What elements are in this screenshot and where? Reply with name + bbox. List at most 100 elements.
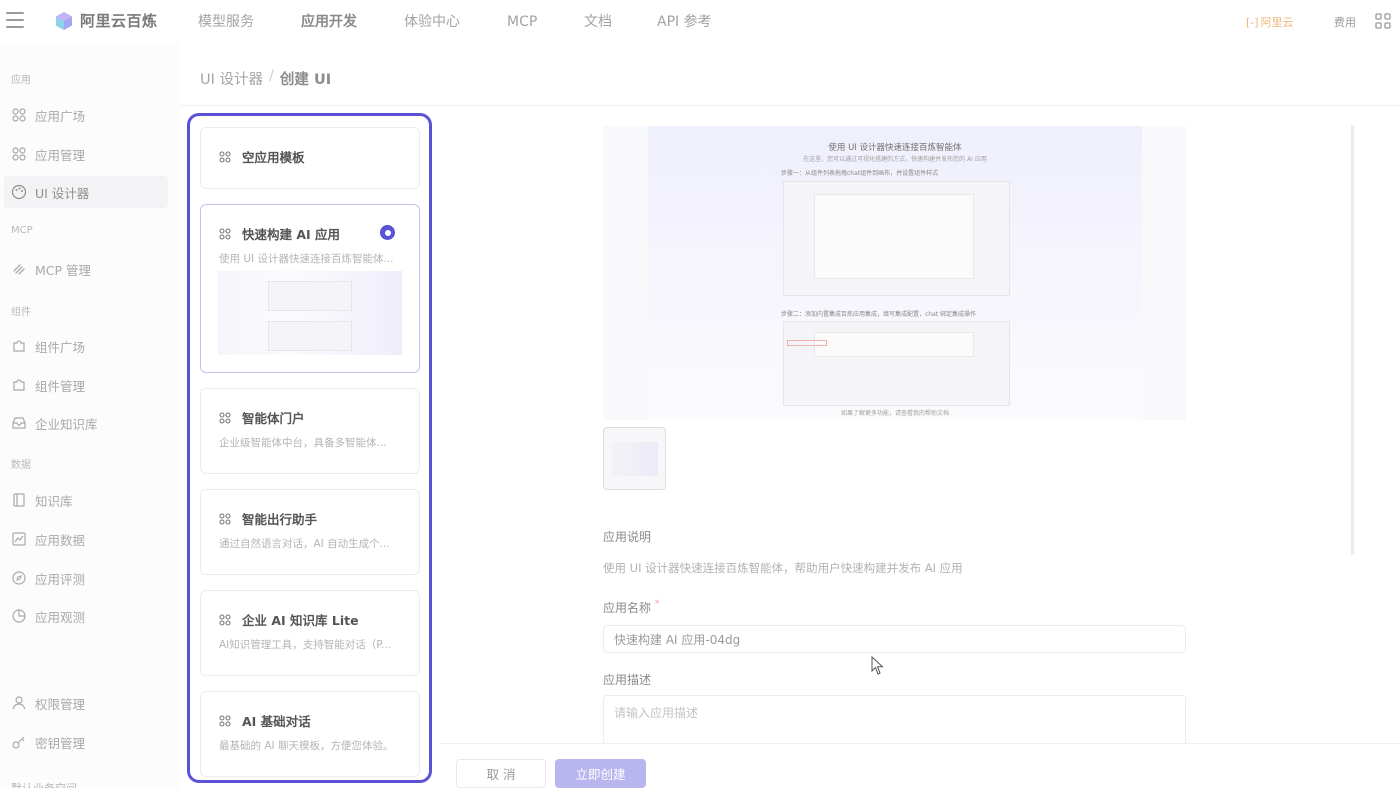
fee-link[interactable]: 费用 <box>1334 14 1356 30</box>
selected-radio[interactable] <box>380 225 395 240</box>
breadcrumb-current: 创建 UI <box>279 72 332 88</box>
sidebar-item-label: UI 设计器 <box>35 185 90 201</box>
bailian-logo-icon <box>56 11 72 30</box>
template-card[interactable]: 智能体门户 企业级智能体中台，具备多智能体... <box>200 388 420 474</box>
sidebar-item-app-data[interactable]: 应用数据 <box>0 523 164 555</box>
app-description-label: 应用描述 <box>603 673 652 687</box>
palette-icon <box>11 184 27 200</box>
breadcrumb: UI 设计器 / 创建 UI <box>200 68 331 89</box>
apps-grid-icon[interactable] <box>1375 13 1391 29</box>
template-preview-image: 使用 UI 设计器快速连接百炼智能体 在这里，您可以通过可视化搭建的方式，快速构… <box>603 126 1186 420</box>
thumb-mock-2 <box>268 321 352 351</box>
sidebar-item-app-plaza[interactable]: 应用广场 <box>0 99 164 131</box>
template-title: 智能体门户 <box>242 411 305 426</box>
breadcrumb-parent[interactable]: UI 设计器 <box>200 68 263 89</box>
template-title: 快速构建 AI 应用 <box>242 227 341 242</box>
sidebar-item-app-manage[interactable]: 应用管理 <box>0 138 164 170</box>
preview-mock-editor-2 <box>783 321 1010 406</box>
sidebar-section-component: 组件 <box>11 307 31 318</box>
sidebar-item-label: 应用观测 <box>35 609 86 625</box>
app-grid-icon <box>12 108 26 122</box>
aliyun-label: 阿里云 <box>1260 16 1294 29</box>
template-title: AI 基础对话 <box>242 714 311 729</box>
sidebar-item-label: 组件广场 <box>35 339 86 355</box>
nav-app-dev[interactable]: 应用开发 <box>301 0 404 44</box>
preview-mock-canvas-1 <box>814 194 974 279</box>
top-nav-bar: 阿里云百炼 模型服务 应用开发 体验中心 MCP 文档 API 参考 [-] 阿… <box>0 0 1400 44</box>
template-grid-icon <box>219 714 231 727</box>
preview-canvas: 使用 UI 设计器快速连接百炼智能体 在这里，您可以通过可视化搭建的方式，快速构… <box>648 126 1142 420</box>
sidebar-section-app: 应用 <box>11 75 31 86</box>
thumb-mock-1 <box>268 281 352 311</box>
sidebar-item-permissions[interactable]: 权限管理 <box>0 687 164 719</box>
preview-thumbnail[interactable] <box>603 427 666 490</box>
sidebar-item-component-plaza[interactable]: 组件广场 <box>0 330 164 362</box>
sidebar-item-label: 企业知识库 <box>35 416 98 432</box>
sidebar: 应用 应用广场 应用管理 UI 设计器 MCP MCP 管理 组件 组件广场 组… <box>0 44 180 788</box>
template-card-selected[interactable]: 快速构建 AI 应用 使用 UI 设计器快速连接百炼智能体... <box>200 204 420 373</box>
preview-subtitle: 在这里，您可以通过可视化搭建的方式，快速构建并发布您的 AI 应用 <box>803 156 987 163</box>
nav-experience-center[interactable]: 体验中心 <box>404 0 507 44</box>
sidebar-item-app-observe[interactable]: 应用观测 <box>0 600 164 632</box>
sidebar-item-label: 组件管理 <box>35 378 86 394</box>
mouse-cursor-icon <box>871 656 884 675</box>
app-explanation-text: 使用 UI 设计器快速连接百炼智能体，帮助用户快速构建并发布 AI 应用 <box>603 561 963 575</box>
aliyun-link[interactable]: [-] 阿里云 <box>1246 14 1294 30</box>
thumb-image <box>612 442 658 476</box>
app-name-input[interactable] <box>603 625 1186 653</box>
app-description-input[interactable] <box>603 695 1186 745</box>
sidebar-item-label: 应用数据 <box>35 532 86 548</box>
key-icon <box>12 736 25 749</box>
nav-docs[interactable]: 文档 <box>584 0 657 44</box>
sidebar-item-enterprise-kb[interactable]: 企业知识库 <box>0 407 164 439</box>
workspace-switcher[interactable]: 默认业务空间 <box>11 780 77 788</box>
sidebar-item-label: 知识库 <box>35 493 73 509</box>
template-title: 企业 AI 知识库 Lite <box>242 613 359 628</box>
template-card[interactable]: 企业 AI 知识库 Lite AI知识管理工具，支持智能对话（P... <box>200 590 420 676</box>
sidebar-item-label: 密钥管理 <box>35 735 86 751</box>
template-grid-icon <box>219 512 231 525</box>
template-grid-icon <box>219 227 231 240</box>
template-desc: 通过自然语言对话，AI 自动生成个... <box>219 538 390 550</box>
sidebar-section-mcp: MCP <box>11 225 33 236</box>
sidebar-item-kb[interactable]: 知识库 <box>0 484 164 516</box>
scrollbar[interactable] <box>1351 125 1354 555</box>
template-grid-icon <box>219 411 231 424</box>
brand-logo[interactable]: 阿里云百炼 <box>54 10 158 31</box>
mcp-icon <box>13 264 25 275</box>
menu-icon[interactable] <box>6 12 24 30</box>
puzzle-icon <box>13 340 25 352</box>
brand-name: 阿里云百炼 <box>80 12 158 30</box>
template-card[interactable]: 空应用模板 <box>200 127 420 189</box>
preview-step-1: 步骤一：从组件列表拖拽chat组件到画布，并设置组件样式 <box>781 170 939 177</box>
nav-api-reference[interactable]: API 参考 <box>657 0 712 44</box>
book-icon <box>13 493 25 507</box>
template-title: 智能出行助手 <box>242 512 318 527</box>
nav-mcp[interactable]: MCP <box>507 0 584 44</box>
user-icon <box>12 696 26 710</box>
page-header: UI 设计器 / 创建 UI <box>180 44 1400 106</box>
app-name-label: 应用名称 * <box>603 599 659 616</box>
aliyun-logo-icon: [-] <box>1246 15 1259 29</box>
sidebar-item-component-manage[interactable]: 组件管理 <box>0 369 164 401</box>
template-desc: AI知识管理工具，支持智能对话（P... <box>219 639 391 651</box>
cancel-button[interactable]: 取 消 <box>456 759 546 788</box>
template-title: 空应用模板 <box>242 150 305 165</box>
template-card[interactable]: AI 基础对话 最基础的 AI 聊天模板，方便您体验。 <box>200 691 420 777</box>
main-nav: 模型服务 应用开发 体验中心 MCP 文档 API 参考 <box>198 0 712 44</box>
preview-title: 使用 UI 设计器快速连接百炼智能体 <box>828 143 962 153</box>
create-now-button[interactable]: 立即创建 <box>555 759 646 788</box>
template-grid-icon <box>219 613 231 626</box>
template-card[interactable]: 智能出行助手 通过自然语言对话，AI 自动生成个... <box>200 489 420 575</box>
template-list: 空应用模板 快速构建 AI 应用 使用 UI 设计器快速连接百炼智能体... 智… <box>187 113 432 783</box>
sidebar-item-keys[interactable]: 密钥管理 <box>0 726 164 758</box>
preview-step-2: 步骤二：添加内置集成百炼应用集成，填写集成配置，chat 绑定集成操作 <box>781 311 977 318</box>
nav-model-service[interactable]: 模型服务 <box>198 0 301 44</box>
chart-icon <box>12 532 26 546</box>
sidebar-item-app-eval[interactable]: 应用评测 <box>0 562 164 594</box>
sidebar-item-label: 应用管理 <box>35 147 86 163</box>
template-thumbnail <box>218 271 402 355</box>
sidebar-item-ui-designer[interactable]: UI 设计器 <box>4 176 168 208</box>
sidebar-item-label: 应用评测 <box>35 571 86 587</box>
sidebar-item-mcp-manage[interactable]: MCP 管理 <box>0 253 164 285</box>
